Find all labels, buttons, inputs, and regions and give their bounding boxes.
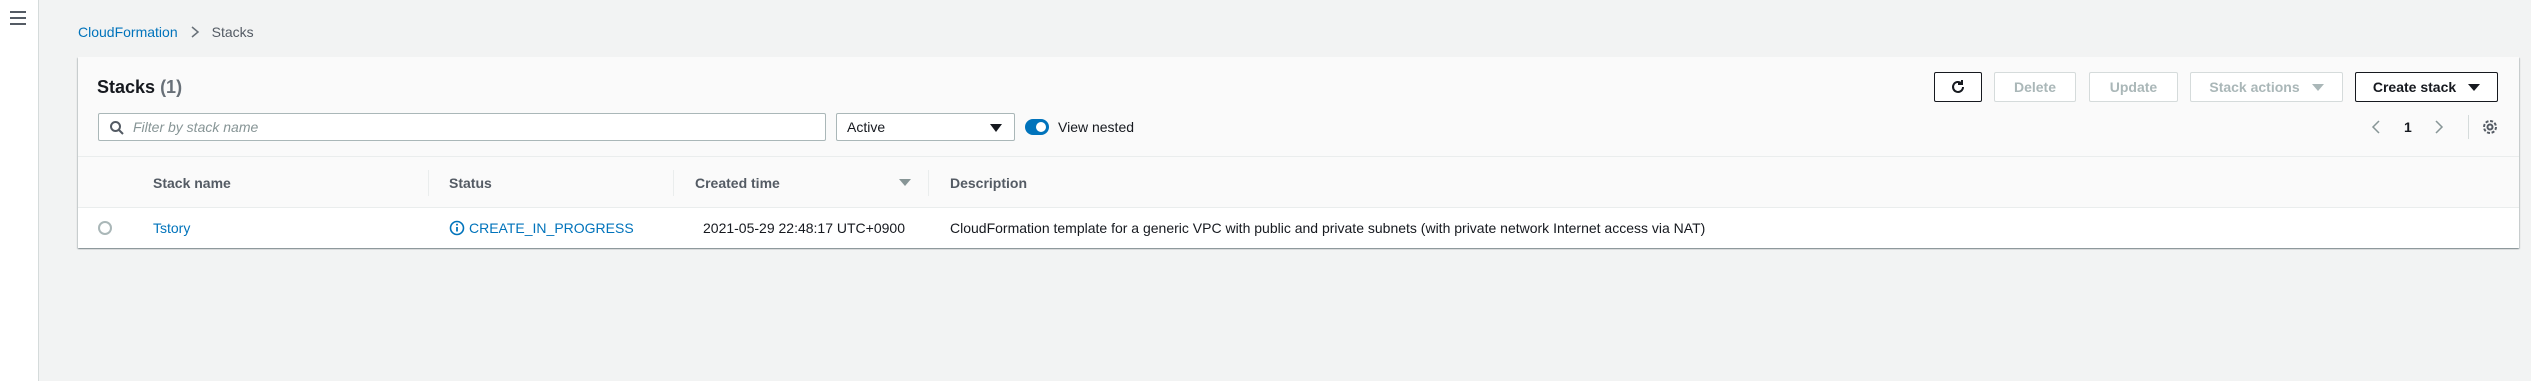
create-stack-label: Create stack — [2372, 79, 2457, 95]
left-nav-rail — [0, 0, 39, 381]
chevron-right-icon — [191, 26, 199, 38]
column-divider — [673, 170, 674, 196]
stack-status[interactable]: CREATE_IN_PROGRESS — [449, 208, 634, 248]
column-description[interactable]: Description — [950, 157, 1027, 208]
breadcrumb: CloudFormation Stacks — [78, 24, 254, 40]
stack-count: (1) — [160, 77, 183, 97]
menu-icon[interactable] — [10, 11, 26, 25]
next-page-button[interactable] — [2433, 115, 2453, 139]
search-box — [98, 113, 826, 141]
caret-down-icon — [2311, 83, 2324, 91]
column-created-time[interactable]: Created time — [695, 157, 780, 208]
row-select-radio[interactable] — [98, 221, 112, 235]
search-icon — [110, 121, 124, 135]
stack-status-text: CREATE_IN_PROGRESS — [469, 220, 634, 236]
search-input[interactable] — [99, 114, 825, 140]
toggle-knob — [1036, 122, 1046, 132]
created-time-cell: 2021-05-29 22:48:17 UTC+0900 — [703, 220, 905, 236]
status-filter-value: Active — [847, 119, 886, 135]
divider — [2468, 115, 2469, 139]
chevron-right-icon — [2435, 120, 2444, 134]
stack-name-link[interactable]: Tstory — [153, 208, 190, 248]
panel-title-text: Stacks — [97, 77, 156, 97]
column-status[interactable]: Status — [449, 157, 492, 208]
column-divider — [428, 170, 429, 196]
panel-header: Stacks (1) Delete Update Stack actions C… — [78, 57, 2519, 157]
previous-page-button[interactable] — [2370, 115, 2390, 139]
stack-actions-label: Stack actions — [2209, 79, 2300, 95]
view-nested-toggle[interactable] — [1025, 119, 1049, 135]
sort-desc-icon[interactable] — [899, 179, 911, 186]
delete-button[interactable]: Delete — [1994, 72, 2076, 102]
refresh-icon — [1952, 80, 1964, 93]
view-nested-label: View nested — [1058, 119, 1135, 135]
info-icon — [449, 220, 465, 236]
column-divider — [928, 170, 929, 196]
table-header: Stack name Status Created time Descripti… — [78, 157, 2519, 208]
description-cell: CloudFormation template for a generic VP… — [950, 220, 1706, 236]
update-button[interactable]: Update — [2089, 72, 2178, 102]
table-row[interactable]: Tstory CREATE_IN_PROGRESS 2021-05-29 22:… — [78, 208, 2519, 248]
stack-actions-button[interactable]: Stack actions — [2190, 72, 2343, 102]
status-filter-select[interactable]: Active — [836, 113, 1015, 141]
breadcrumb-stacks: Stacks — [211, 24, 254, 40]
page-title: Stacks (1) — [97, 77, 182, 98]
column-stack-name[interactable]: Stack name — [153, 157, 231, 208]
breadcrumb-cloudformation[interactable]: CloudFormation — [78, 24, 178, 40]
delete-button-label: Delete — [2013, 79, 2057, 95]
update-button-label: Update — [2109, 79, 2158, 95]
create-stack-button[interactable]: Create stack — [2355, 72, 2498, 102]
gear-icon — [2483, 120, 2497, 134]
stacks-panel: Stacks (1) Delete Update Stack actions C… — [78, 57, 2519, 248]
refresh-button[interactable] — [1934, 72, 1982, 102]
chevron-left-icon — [2371, 120, 2380, 134]
caret-down-icon — [2468, 83, 2481, 91]
page-number[interactable]: 1 — [2404, 115, 2412, 139]
caret-down-icon — [990, 124, 1002, 132]
preferences-button[interactable] — [2481, 115, 2505, 139]
